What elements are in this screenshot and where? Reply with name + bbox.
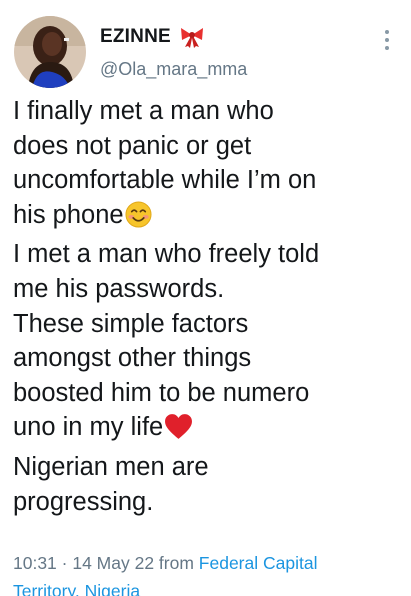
more-options-icon[interactable] bbox=[377, 26, 397, 54]
tweet-text-line: boosted him to be numero bbox=[13, 378, 310, 407]
display-name-row: EZINNE bbox=[100, 24, 247, 50]
tweet-header: EZINNE @Ola_mara_mma bbox=[14, 16, 397, 90]
user-handle[interactable]: @Ola_mara_mma bbox=[100, 59, 247, 80]
tweet-location-link[interactable]: Federal Capital bbox=[199, 553, 318, 573]
ribbon-bow-icon bbox=[179, 26, 205, 48]
tweet-text-line: amongst other things bbox=[13, 344, 252, 373]
tweet-metadata: 10:31 · 14 May 22 from Federal Capital T… bbox=[13, 549, 401, 596]
tweet-text-line: does not panic or get bbox=[13, 131, 252, 160]
tweet-text-line-with-emoji: uno in my life bbox=[13, 410, 403, 450]
tweet-text-line: These simple factors bbox=[13, 309, 249, 338]
tweet-text-fragment: his phone bbox=[13, 200, 124, 229]
author-names: EZINNE @Ola_mara_mma bbox=[100, 24, 247, 80]
display-name[interactable]: EZINNE bbox=[100, 26, 171, 48]
tweet-text-line: uncomfortable while I’m on bbox=[13, 166, 317, 195]
tweet-text-line-with-emoji: his phone bbox=[13, 198, 403, 238]
tweet-card: EZINNE @Ola_mara_mma I finally met a man… bbox=[0, 0, 411, 596]
tweet-text: I finally met a man who does not panic o… bbox=[13, 94, 403, 519]
tweet-text-line: I finally met a man who bbox=[13, 97, 274, 125]
red-heart-icon bbox=[164, 413, 193, 450]
tweet-text-line: Nigerian men are bbox=[13, 452, 209, 481]
avatar-photo bbox=[14, 16, 86, 88]
tweet-text-fragment: uno in my life bbox=[13, 413, 164, 442]
tweet-location-link[interactable]: Territory, Nigeria bbox=[13, 581, 140, 596]
tweet-text-line: I met a man who freely told bbox=[13, 240, 320, 269]
tweet-text-line: progressing. bbox=[13, 487, 154, 516]
tweet-timestamp: 10:31 · 14 May 22 from bbox=[13, 553, 199, 573]
tweet-text-line: me his passwords. bbox=[13, 274, 225, 303]
avatar[interactable] bbox=[14, 16, 86, 88]
smiling-face-icon bbox=[125, 201, 152, 238]
